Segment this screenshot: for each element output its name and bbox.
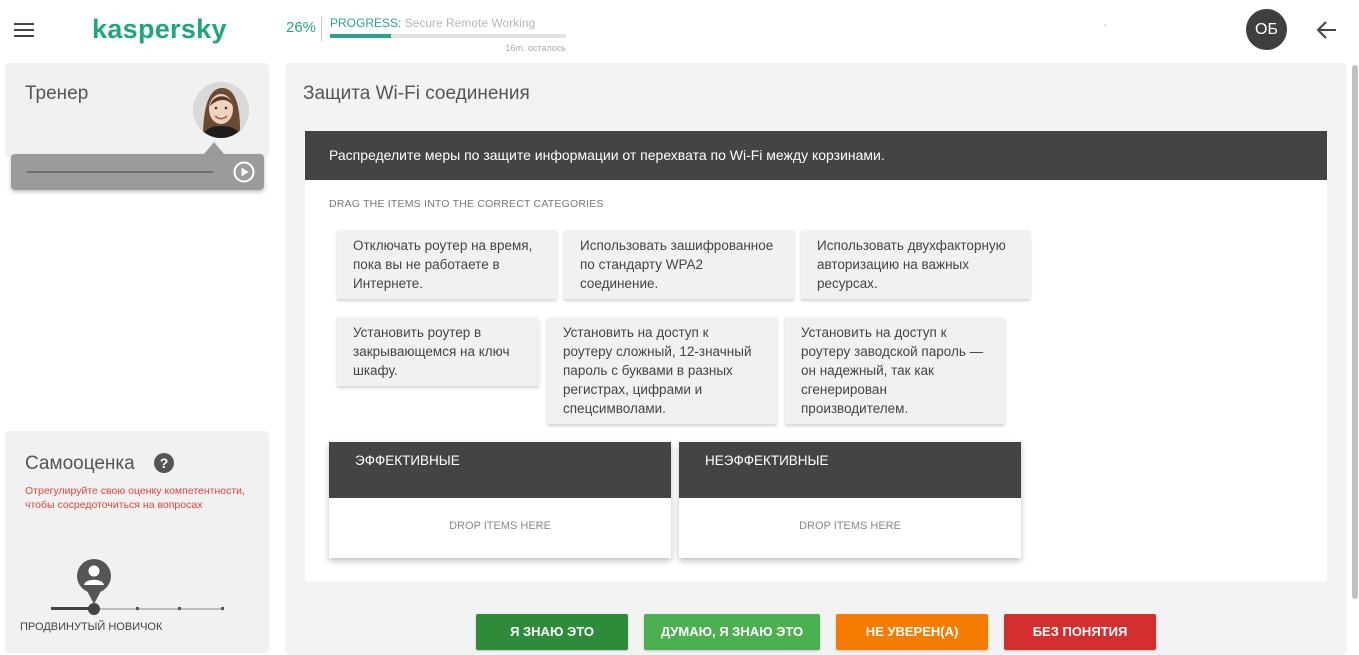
- competence-level-label: ПРОДВИНУТЫЙ НОВИЧОК: [20, 621, 163, 633]
- user-avatar[interactable]: ОБ: [1246, 9, 1287, 50]
- user-marker-icon: [75, 558, 113, 606]
- drag-item[interactable]: Установить на доступ к роутеру заводской…: [785, 317, 1005, 424]
- drag-item[interactable]: Отключать роутер на время, пока вы не ра…: [337, 230, 557, 299]
- progress-label-prefix: PROGRESS:: [330, 16, 402, 30]
- drag-item[interactable]: Установить роутер в закрывающемся на клю…: [337, 317, 539, 386]
- scrollbar[interactable]: [1351, 63, 1359, 603]
- progress-bar-fill: [330, 34, 392, 38]
- basket-title: НЕЭФФЕКТИВНЫЕ: [679, 442, 1021, 498]
- arrow-left-icon[interactable]: [1316, 20, 1338, 40]
- trainer-audio-player: [11, 154, 264, 190]
- task-instruction: DRAG THE ITEMS INTO THE CORRECT CATEGORI…: [329, 198, 604, 210]
- trainer-card: Тренер: [5, 63, 269, 157]
- progress-bar: [330, 34, 566, 38]
- drag-drop-task: Распределите меры по защите информации о…: [305, 131, 1327, 581]
- top-bar: kaspersky 26% PROGRESS: Secure Remote Wo…: [0, 0, 1359, 60]
- slider-tick: [178, 607, 181, 610]
- course-name: Secure Remote Working: [404, 16, 536, 30]
- self-assessment-card: Самооценка ? Отрегулируйте свою оценку к…: [5, 431, 269, 653]
- progress-percent: 26%: [286, 19, 317, 36]
- basket-drop-zone[interactable]: DROP ITEMS HERE: [329, 498, 671, 558]
- lesson-title: Защита Wi-Fi соединения: [303, 83, 530, 104]
- task-header: Распределите меры по защите информации о…: [305, 131, 1327, 180]
- scrollbar-thumb[interactable]: [1352, 65, 1358, 599]
- slider-tick: [136, 607, 139, 610]
- audio-scrubber[interactable]: [27, 171, 213, 173]
- time-remaining: 16m. осталось: [505, 43, 566, 53]
- i-know-it-button[interactable]: Я ЗНАЮ ЭТО: [476, 614, 628, 650]
- question-circle-icon[interactable]: ?: [154, 453, 174, 473]
- play-circle-icon[interactable]: [233, 161, 255, 183]
- trainer-title: Тренер: [25, 83, 89, 104]
- header-dot: [1104, 24, 1106, 26]
- slider-tick: [221, 607, 224, 610]
- competence-slider-handle[interactable]: [88, 603, 100, 615]
- confidence-buttons: Я ЗНАЮ ЭТО ДУМАЮ, Я ЗНАЮ ЭТО НЕ УВЕРЕН(А…: [285, 614, 1347, 650]
- not-sure-button[interactable]: НЕ УВЕРЕН(А): [836, 614, 988, 650]
- trainer-avatar: [193, 82, 249, 138]
- player-pointer: [204, 142, 224, 154]
- progress-label: PROGRESS: Secure Remote Working: [330, 16, 535, 30]
- drag-item[interactable]: Использовать зашифрованное по стандарту …: [564, 230, 794, 299]
- basket-ineffective[interactable]: НЕЭФФЕКТИВНЫЕ DROP ITEMS HERE: [679, 442, 1021, 558]
- drag-item[interactable]: Установить на доступ к роутеру сложный, …: [547, 317, 777, 424]
- basket-drop-zone[interactable]: DROP ITEMS HERE: [679, 498, 1021, 558]
- kaspersky-logo[interactable]: kaspersky: [92, 14, 227, 45]
- menu-icon[interactable]: [14, 20, 36, 38]
- no-idea-button[interactable]: БЕЗ ПОНЯТИЯ: [1004, 614, 1156, 650]
- i-think-i-know-button[interactable]: ДУМАЮ, Я ЗНАЮ ЭТО: [644, 614, 820, 650]
- self-assessment-title: Самооценка: [25, 453, 135, 474]
- drag-item[interactable]: Использовать двухфакторную авторизацию н…: [801, 230, 1030, 299]
- lesson-panel: Защита Wi-Fi соединения Распределите мер…: [285, 63, 1347, 655]
- basket-effective[interactable]: ЭФФЕКТИВНЫЕ DROP ITEMS HERE: [329, 442, 671, 558]
- progress-divider: [321, 16, 322, 42]
- self-assessment-hint: Отрегулируйте свою оценку компетентности…: [25, 485, 245, 511]
- basket-title: ЭФФЕКТИВНЫЕ: [329, 442, 671, 498]
